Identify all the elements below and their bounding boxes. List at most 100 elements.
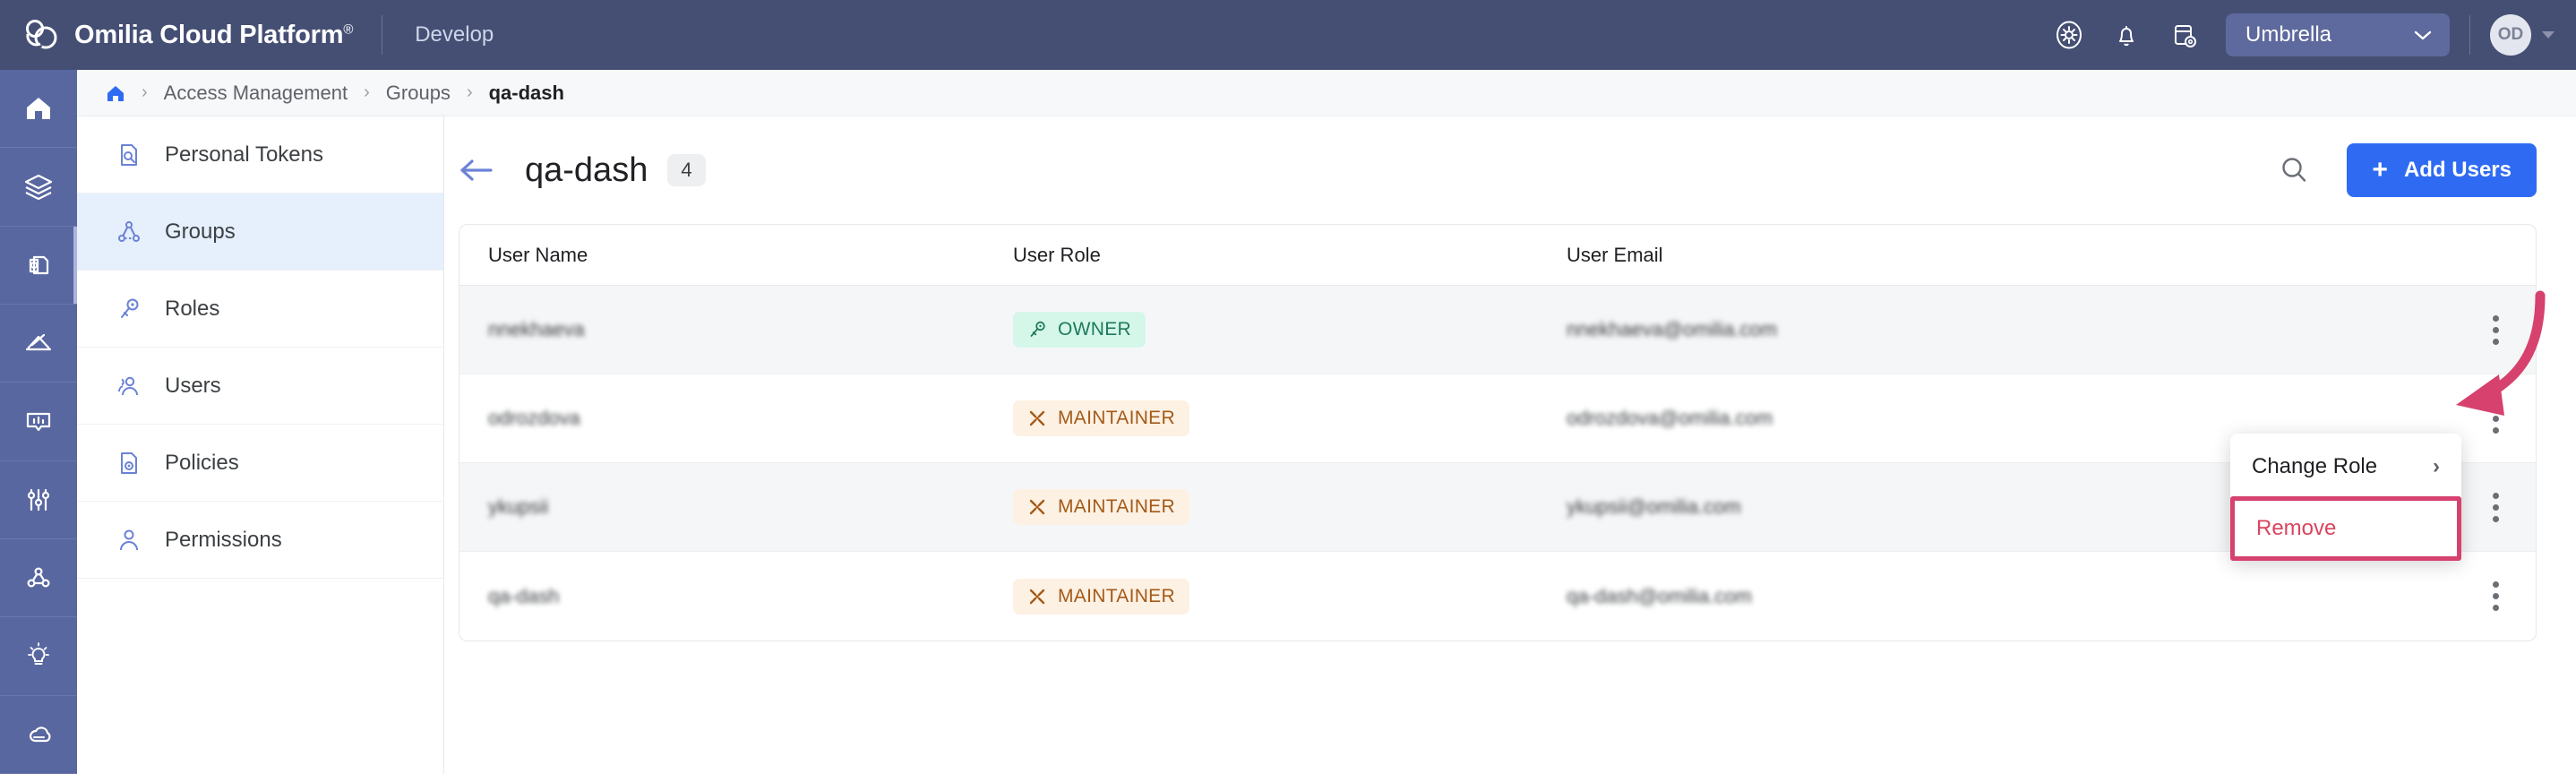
rail-item-layers[interactable] [0, 148, 77, 226]
cell-user-name: nnekhaeva [459, 318, 1013, 341]
sidebar-item-label: Roles [165, 297, 219, 322]
sidebar-item-label: Groups [165, 219, 236, 245]
cell-user-name: odrozdova [459, 407, 1013, 430]
sliders-icon [22, 484, 55, 516]
table-row[interactable]: qa-dash MAINTAINER qa-dash@omilia.com [459, 552, 2536, 641]
rail-item-access-management[interactable] [0, 227, 77, 305]
change-role-label: Change Role [2252, 454, 2377, 479]
cell-user-role: MAINTAINER [1013, 579, 1567, 615]
token-doc-icon [116, 142, 142, 168]
role-badge-label: OWNER [1058, 319, 1131, 340]
sidebar-item-label: Personal Tokens [165, 142, 323, 168]
sidebar-item-permissions[interactable]: Permissions [77, 502, 443, 579]
tenant-selector-label: Umbrella [2245, 22, 2331, 47]
cell-user-email: qa-dash@omilia.com [1567, 585, 2455, 608]
role-badge-label: MAINTAINER [1058, 408, 1175, 429]
role-badge-owner: OWNER [1013, 312, 1146, 348]
brand-registered-mark: ® [343, 22, 353, 37]
row-actions[interactable] [2455, 581, 2536, 611]
sidebar-item-label: Permissions [165, 528, 282, 553]
row-actions[interactable] [2455, 404, 2536, 434]
sidebar-item-personal-tokens[interactable]: Personal Tokens [77, 116, 443, 194]
arrow-left-icon[interactable] [459, 158, 494, 183]
breadcrumb-item-access-management[interactable]: Access Management [164, 82, 348, 105]
chevron-right-icon: › [2433, 454, 2440, 479]
key-icon [1027, 320, 1047, 340]
develop-nav-link[interactable]: Develop [415, 22, 494, 47]
key-icon [116, 297, 142, 322]
person-icon [116, 528, 142, 553]
avatar[interactable]: OD [2490, 14, 2531, 56]
breadcrumb-home-link[interactable] [106, 83, 125, 103]
user-name-redacted: qa-dash [488, 585, 560, 608]
header-divider-right [2469, 15, 2470, 55]
wrench-icon [1027, 497, 1047, 517]
brand-block[interactable]: Omilia Cloud Platform® [0, 17, 353, 53]
role-badge-label: MAINTAINER [1058, 496, 1175, 518]
cloud-icon [22, 718, 55, 751]
role-badge-maintainer: MAINTAINER [1013, 400, 1189, 436]
cell-user-name: qa-dash [459, 585, 1013, 608]
row-context-menu: Change Role › Remove [2230, 434, 2461, 561]
table-row[interactable]: odrozdova MAINTAINER odrozdova@omilia.co… [459, 374, 2536, 463]
page-header-actions: + Add Users [2279, 143, 2537, 197]
search-icon[interactable] [2279, 155, 2309, 185]
column-header-user-email: User Email [1567, 244, 2455, 267]
policy-doc-icon [116, 451, 142, 476]
table-row[interactable]: nnekhaeva OWNER nnekhaeva@omilia.com [459, 286, 2536, 374]
more-vertical-icon[interactable] [2493, 493, 2499, 522]
sidebar-item-policies[interactable]: Policies [77, 425, 443, 502]
more-vertical-icon[interactable] [2493, 404, 2499, 434]
brand-title: Omilia Cloud Platform® [74, 21, 353, 50]
rail-item-dialog-analytics[interactable] [0, 383, 77, 460]
cell-user-role: OWNER [1013, 312, 1567, 348]
breadcrumb-separator-2: › [364, 82, 370, 103]
column-header-user-role: User Role [1013, 244, 1567, 267]
breadcrumb-item-groups[interactable]: Groups [386, 82, 451, 105]
role-badge-maintainer: MAINTAINER [1013, 579, 1189, 615]
omilia-logo-icon [23, 17, 59, 53]
add-users-button[interactable]: + Add Users [2347, 143, 2537, 197]
user-name-redacted: ykupsii [488, 495, 548, 519]
avatar-caret-icon[interactable] [2542, 31, 2555, 39]
rail-item-flows[interactable] [0, 539, 77, 617]
user-email-redacted: qa-dash@omilia.com [1567, 585, 1752, 608]
row-actions[interactable] [2455, 315, 2536, 345]
bell-icon[interactable] [2111, 20, 2142, 50]
top-header-bar: Omilia Cloud Platform® Develop [0, 0, 2576, 70]
rail-item-cloud[interactable] [0, 696, 77, 774]
role-badge-maintainer: MAINTAINER [1013, 489, 1189, 525]
sidebar-item-label: Users [165, 374, 221, 399]
breadcrumb-separator-1: › [142, 82, 148, 103]
rail-item-insights[interactable] [0, 617, 77, 695]
rail-item-analytics[interactable] [0, 305, 77, 383]
access-management-sidebar: Personal Tokens Groups Roles Users [77, 116, 444, 774]
row-actions[interactable] [2455, 493, 2536, 522]
table-row[interactable]: ykupsii MAINTAINER ykupsii@omilia.com [459, 463, 2536, 552]
home-icon [22, 92, 55, 125]
sidebar-item-users[interactable]: Users [77, 348, 443, 425]
context-menu-item-remove[interactable]: Remove [2235, 501, 2457, 556]
user-email-redacted: nnekhaeva@omilia.com [1567, 318, 1777, 341]
header-right-cluster: Umbrella OD [2054, 13, 2576, 56]
role-badge-label: MAINTAINER [1058, 586, 1175, 607]
member-count-badge: 4 [667, 154, 705, 186]
more-vertical-icon[interactable] [2493, 581, 2499, 611]
settings-gear-circle-icon[interactable] [2054, 20, 2084, 50]
sidebar-item-roles[interactable]: Roles [77, 271, 443, 348]
cube-search-icon [22, 249, 55, 281]
share-nodes-icon [22, 562, 55, 594]
brand-title-text: Omilia Cloud Platform [74, 21, 343, 49]
lightbulb-icon [22, 640, 55, 672]
more-vertical-icon[interactable] [2493, 315, 2499, 345]
sidebar-item-label: Policies [165, 451, 239, 476]
rail-item-tuning[interactable] [0, 461, 77, 539]
breadcrumb: › Access Management › Groups › qa-dash [77, 70, 2576, 116]
page-title: qa-dash [525, 151, 648, 190]
cell-user-role: MAINTAINER [1013, 400, 1567, 436]
sidebar-item-groups[interactable]: Groups [77, 194, 443, 271]
context-menu-item-change-role[interactable]: Change Role › [2230, 439, 2461, 494]
rail-item-home[interactable] [0, 70, 77, 148]
billing-settings-icon[interactable] [2168, 20, 2199, 50]
tenant-selector[interactable]: Umbrella [2226, 13, 2450, 56]
